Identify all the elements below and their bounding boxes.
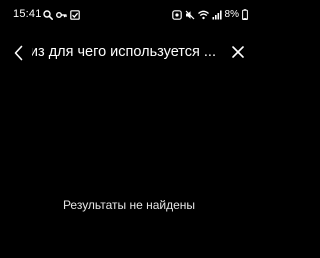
status-right-icons: 8% xyxy=(171,8,248,21)
check-box-icon xyxy=(70,9,80,20)
close-icon xyxy=(228,42,248,62)
battery-percent: 8% xyxy=(224,9,239,20)
key-icon xyxy=(56,10,67,20)
no-results-message: Результаты не найдены xyxy=(62,198,196,212)
wifi-icon xyxy=(197,10,209,20)
chevron-left-icon xyxy=(8,42,30,64)
status-time: 15:41 xyxy=(13,8,42,20)
status-bar: 15:41 8% xyxy=(0,0,258,28)
status-left-icons xyxy=(43,8,80,21)
battery-icon xyxy=(242,9,248,20)
cast-icon xyxy=(171,9,182,20)
back-button[interactable] xyxy=(8,42,30,64)
clear-search-button[interactable] xyxy=(228,42,248,62)
search-header: из для чего используется ... xyxy=(0,36,258,68)
search-icon xyxy=(43,9,53,20)
mute-icon xyxy=(185,10,195,20)
search-input[interactable]: из для чего используется ... xyxy=(32,40,216,64)
signal-icon xyxy=(212,10,222,20)
search-query-text: из для чего используется ... xyxy=(32,44,216,60)
